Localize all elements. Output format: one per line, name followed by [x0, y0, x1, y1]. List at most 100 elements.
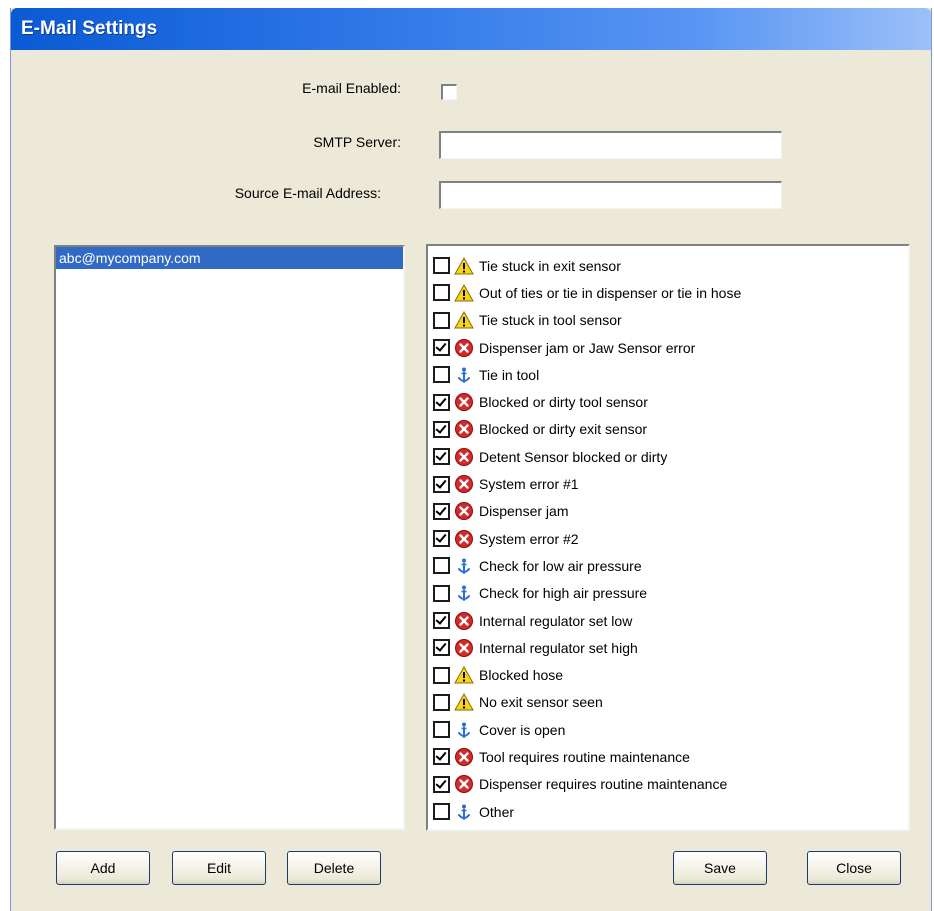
alert-checkbox[interactable] [433, 666, 450, 684]
alert-checkbox[interactable] [433, 693, 450, 711]
add-button[interactable]: Add [56, 851, 150, 885]
email-enabled-label: E-mail Enabled: [302, 80, 401, 96]
alert-item[interactable]: Tie in tool [433, 361, 908, 388]
alert-item[interactable]: System error #1 [433, 470, 908, 497]
info-icon [454, 802, 474, 822]
alert-label: Dispenser jam or Jaw Sensor error [479, 339, 696, 356]
info-icon [454, 556, 474, 576]
alert-label: No exit sensor seen [479, 694, 603, 711]
email-settings-window: E-Mail Settings E-mail Enabled: SMTP Ser… [10, 8, 932, 911]
alert-label: Check for low air pressure [479, 557, 642, 574]
alert-label: Tie stuck in exit sensor [479, 257, 621, 274]
alert-checkbox[interactable] [433, 393, 450, 411]
window-title: E-Mail Settings [21, 18, 158, 39]
alert-checkbox[interactable] [433, 584, 450, 602]
error-icon [454, 392, 474, 412]
alert-label: System error #1 [479, 476, 579, 493]
edit-button[interactable]: Edit [172, 851, 266, 885]
alert-item[interactable]: No exit sensor seen [433, 689, 908, 716]
alert-label: Other [479, 803, 515, 820]
delete-button[interactable]: Delete [287, 851, 381, 885]
warning-icon [454, 310, 474, 330]
error-icon [454, 419, 474, 439]
save-button[interactable]: Save [673, 851, 767, 885]
info-icon [454, 365, 474, 385]
alert-item[interactable]: Detent Sensor blocked or dirty [433, 443, 908, 470]
alert-item[interactable]: Internal regulator set high [433, 634, 908, 661]
alert-item[interactable]: Blocked or dirty tool sensor [433, 388, 908, 415]
alert-checkbox[interactable] [433, 557, 450, 575]
error-icon [454, 638, 474, 658]
alert-item[interactable]: Dispenser jam [433, 498, 908, 525]
alert-item[interactable]: Blocked hose [433, 661, 908, 688]
alert-item[interactable]: Tool requires routine maintenance [433, 743, 908, 770]
alert-label: Blocked or dirty tool sensor [479, 394, 648, 411]
alert-item[interactable]: Dispenser jam or Jaw Sensor error [433, 334, 908, 361]
alert-checklist[interactable]: Tie stuck in exit sensor Out of ties or t… [426, 244, 910, 831]
alert-checkbox[interactable] [433, 257, 450, 275]
alert-checkbox[interactable] [433, 612, 450, 629]
alert-label: Internal regulator set low [479, 612, 633, 629]
alert-item[interactable]: Out of ties or tie in dispenser or tie i… [433, 279, 908, 306]
alert-checkbox[interactable] [433, 448, 450, 466]
alert-label: Blocked or dirty exit sensor [479, 421, 648, 438]
alert-item[interactable]: Other [433, 798, 908, 825]
smtp-server-label: SMTP Server: [313, 134, 401, 150]
alert-label: Tie stuck in tool sensor [479, 312, 622, 329]
alert-checkbox[interactable] [433, 748, 450, 766]
title-bar[interactable]: E-Mail Settings [11, 8, 931, 50]
alert-checkbox[interactable] [433, 775, 450, 793]
alert-item[interactable]: Tie stuck in exit sensor [433, 252, 908, 279]
error-icon [454, 474, 474, 494]
alert-item[interactable]: Check for high air pressure [433, 580, 908, 607]
alert-label: Tool requires routine maintenance [479, 748, 690, 765]
alert-checkbox[interactable] [433, 339, 450, 357]
alert-item[interactable]: Cover is open [433, 716, 908, 743]
alert-item[interactable]: Tie stuck in tool sensor [433, 307, 908, 334]
error-icon [454, 747, 474, 767]
alert-item[interactable]: System error #2 [433, 525, 908, 552]
alert-label: Check for high air pressure [479, 585, 648, 602]
alert-label: Blocked hose [479, 667, 564, 684]
alert-checkbox[interactable] [433, 366, 450, 384]
info-icon [454, 583, 474, 603]
smtp-server-input[interactable] [439, 131, 782, 159]
close-button[interactable]: Close [807, 851, 901, 885]
alert-label: Out of ties or tie in dispenser or tie i… [479, 284, 742, 301]
warning-icon [454, 692, 474, 712]
alert-checkbox[interactable] [433, 530, 450, 548]
alert-checkbox[interactable] [433, 639, 450, 657]
alert-checkbox[interactable] [433, 311, 450, 329]
source-email-input[interactable] [439, 181, 782, 209]
alert-label: Internal regulator set high [479, 639, 638, 656]
alert-label: Dispenser jam [479, 503, 569, 520]
error-icon [454, 774, 474, 794]
email-enabled-checkbox[interactable] [441, 84, 457, 100]
alert-item[interactable]: Dispenser requires routine maintenance [433, 771, 908, 798]
recipient-list-item[interactable]: abc@mycompany.com [56, 247, 403, 269]
warning-icon [454, 256, 474, 276]
alert-label: System error #2 [479, 530, 579, 547]
error-icon [454, 338, 474, 358]
error-icon [454, 447, 474, 467]
alert-label: Detent Sensor blocked or dirty [479, 448, 668, 465]
alert-checkbox[interactable] [433, 721, 450, 739]
alert-item[interactable]: Internal regulator set low [433, 607, 908, 634]
warning-icon [454, 283, 474, 303]
alert-checkbox[interactable] [433, 502, 450, 520]
alert-label: Cover is open [479, 721, 566, 738]
alert-label: Dispenser requires routine maintenance [479, 776, 728, 793]
alert-item[interactable]: Check for low air pressure [433, 552, 908, 579]
alert-checkbox[interactable] [433, 420, 450, 438]
alert-label: Tie in tool [479, 366, 540, 383]
warning-icon [454, 665, 474, 685]
error-icon [454, 611, 474, 631]
error-icon [454, 529, 474, 549]
info-icon [454, 720, 474, 740]
alert-checkbox[interactable] [433, 475, 450, 493]
alert-checkbox[interactable] [433, 803, 450, 821]
recipient-listbox[interactable]: abc@mycompany.com [54, 245, 405, 830]
alert-item[interactable]: Blocked or dirty exit sensor [433, 416, 908, 443]
error-icon [454, 501, 474, 521]
alert-checkbox[interactable] [433, 284, 450, 302]
